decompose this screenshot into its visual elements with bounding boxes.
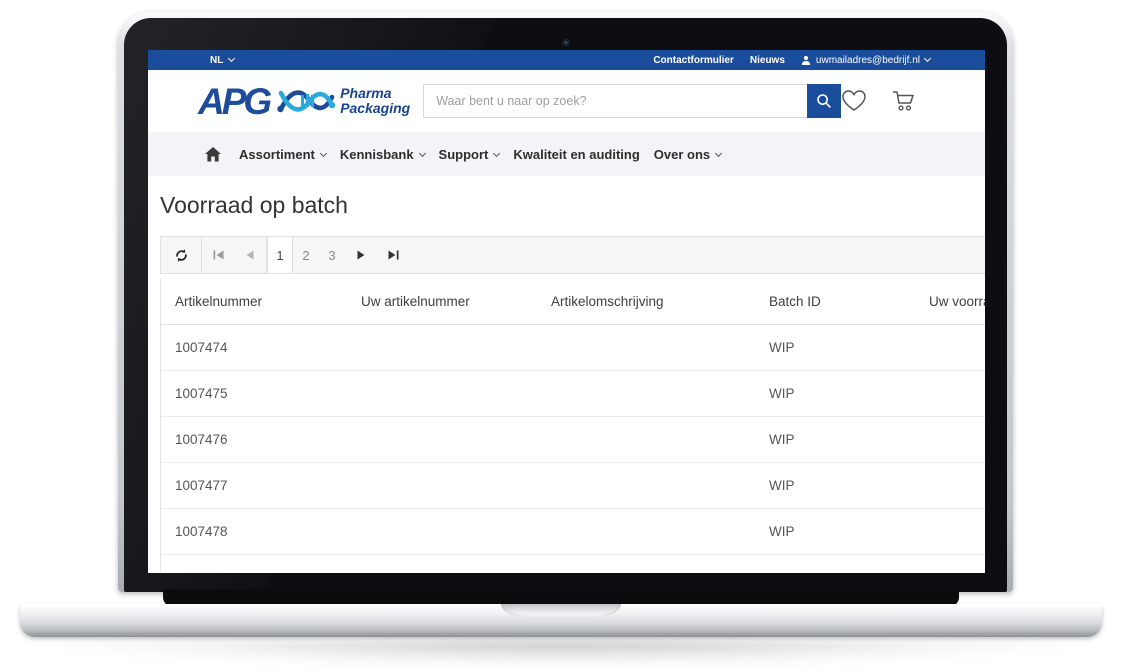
cell-batch-id: WIP	[755, 478, 915, 493]
logo-tagline: Pharma Packaging	[340, 86, 410, 116]
previous-page-button[interactable]	[234, 237, 266, 273]
last-page-button[interactable]	[377, 237, 409, 273]
search-bar	[423, 84, 841, 118]
cell-artikelnummer: 1007475	[161, 386, 347, 401]
chevron-down-icon	[924, 55, 931, 62]
cell-batch-id: WIP	[755, 340, 915, 355]
first-page-button[interactable]	[202, 237, 234, 273]
table-row: 1007474 WIP	[161, 325, 985, 371]
column-header-uw-voorraad: Uw voorraad	[915, 294, 985, 309]
top-bar-links: Contactformulier Nieuws uwmailadres@bedr…	[653, 55, 930, 66]
site-logo[interactable]: APG Pharma Packaging	[198, 83, 410, 120]
page-number-2[interactable]: 2	[293, 237, 319, 273]
chevron-down-icon	[419, 149, 426, 156]
table-row: 1007475 WIP	[161, 371, 985, 417]
nav-item-label: Over ons	[654, 147, 710, 162]
refresh-icon	[174, 248, 189, 263]
dna-logo-icon	[277, 84, 335, 118]
table-row: 1007478 WIP	[161, 509, 985, 555]
header-action-icons	[841, 89, 917, 113]
laptop-mockup: NL Contactformulier Nieuws uwmailadres@b…	[0, 0, 1122, 669]
next-page-icon	[357, 250, 365, 260]
nav-item-support[interactable]: Support	[439, 147, 500, 162]
column-header-artikelnummer: Artikelnummer	[161, 294, 347, 309]
webcam-icon	[562, 39, 569, 46]
logo-tagline-line1: Pharma	[340, 86, 410, 101]
column-header-batch-id: Batch ID	[755, 294, 915, 309]
cell-batch-id: WIP	[755, 386, 915, 401]
nav-item-label: Support	[439, 147, 489, 162]
home-icon	[205, 147, 221, 162]
nav-item-over-ons[interactable]: Over ons	[654, 147, 721, 162]
news-link[interactable]: Nieuws	[750, 55, 785, 66]
table-row-partial	[161, 555, 985, 571]
search-button[interactable]	[807, 84, 841, 118]
cell-artikelnummer: 1007476	[161, 432, 347, 447]
previous-page-icon	[246, 250, 254, 260]
table-row: 1007476 WIP	[161, 417, 985, 463]
logo-tagline-line2: Packaging	[340, 101, 410, 116]
cart-button[interactable]	[891, 89, 917, 113]
cell-artikelnummer: 1007474	[161, 340, 347, 355]
nav-item-label: Kennisbank	[340, 147, 414, 162]
batch-stock-table: Artikelnummer Uw artikelnummer Artikelom…	[160, 278, 985, 571]
table-header-row: Artikelnummer Uw artikelnummer Artikelom…	[161, 278, 985, 325]
top-utility-bar: NL Contactformulier Nieuws uwmailadres@b…	[148, 50, 985, 70]
account-menu[interactable]: uwmailadres@bedrijf.nl	[801, 55, 930, 66]
wishlist-button[interactable]	[841, 89, 867, 113]
main-navigation: Assortiment Kennisbank Support Kwaliteit…	[148, 132, 985, 176]
logo-acronym: APG	[198, 83, 272, 120]
page-number-1[interactable]: 1	[267, 237, 293, 273]
last-page-icon	[388, 250, 399, 260]
cell-artikelnummer: 1007478	[161, 524, 347, 539]
laptop-base-notch	[501, 604, 621, 618]
refresh-button[interactable]	[161, 237, 201, 273]
home-nav-button[interactable]	[205, 147, 221, 162]
next-page-button[interactable]	[345, 237, 377, 273]
nav-item-kwaliteit-en-auditing[interactable]: Kwaliteit en auditing	[513, 147, 639, 162]
cell-batch-id: WIP	[755, 524, 915, 539]
account-email: uwmailadres@bedrijf.nl	[816, 55, 920, 66]
first-page-icon	[213, 250, 224, 260]
table-row: 1007477 WIP	[161, 463, 985, 509]
browser-viewport: NL Contactformulier Nieuws uwmailadres@b…	[148, 50, 985, 573]
page-number-3[interactable]: 3	[319, 237, 345, 273]
nav-item-assortiment[interactable]: Assortiment	[239, 147, 326, 162]
heart-icon	[841, 89, 867, 113]
grid-pagination-toolbar: 1 2 3	[160, 236, 985, 274]
cart-icon	[891, 89, 917, 113]
chevron-down-icon	[228, 55, 235, 62]
chevron-down-icon	[493, 149, 500, 156]
column-header-uw-artikelnummer: Uw artikelnummer	[347, 294, 537, 309]
language-selector[interactable]: NL	[210, 55, 234, 66]
chevron-down-icon	[320, 149, 327, 156]
page-title: Voorraad op batch	[160, 190, 985, 220]
cell-batch-id: WIP	[755, 432, 915, 447]
page-content: Voorraad op batch	[148, 176, 985, 573]
nav-item-label: Kwaliteit en auditing	[513, 147, 639, 162]
nav-item-kennisbank[interactable]: Kennisbank	[340, 147, 425, 162]
user-icon	[801, 55, 811, 65]
cell-artikelnummer: 1007477	[161, 478, 347, 493]
chevron-down-icon	[715, 149, 722, 156]
column-header-artikelomschrijving: Artikelomschrijving	[537, 294, 755, 309]
nav-item-label: Assortiment	[239, 147, 315, 162]
contact-link[interactable]: Contactformulier	[653, 55, 734, 66]
search-input[interactable]	[423, 84, 807, 118]
language-label: NL	[210, 55, 223, 66]
search-icon	[816, 93, 832, 109]
laptop-reflection	[60, 641, 1062, 667]
site-header: APG Pharma Packaging	[148, 70, 985, 132]
